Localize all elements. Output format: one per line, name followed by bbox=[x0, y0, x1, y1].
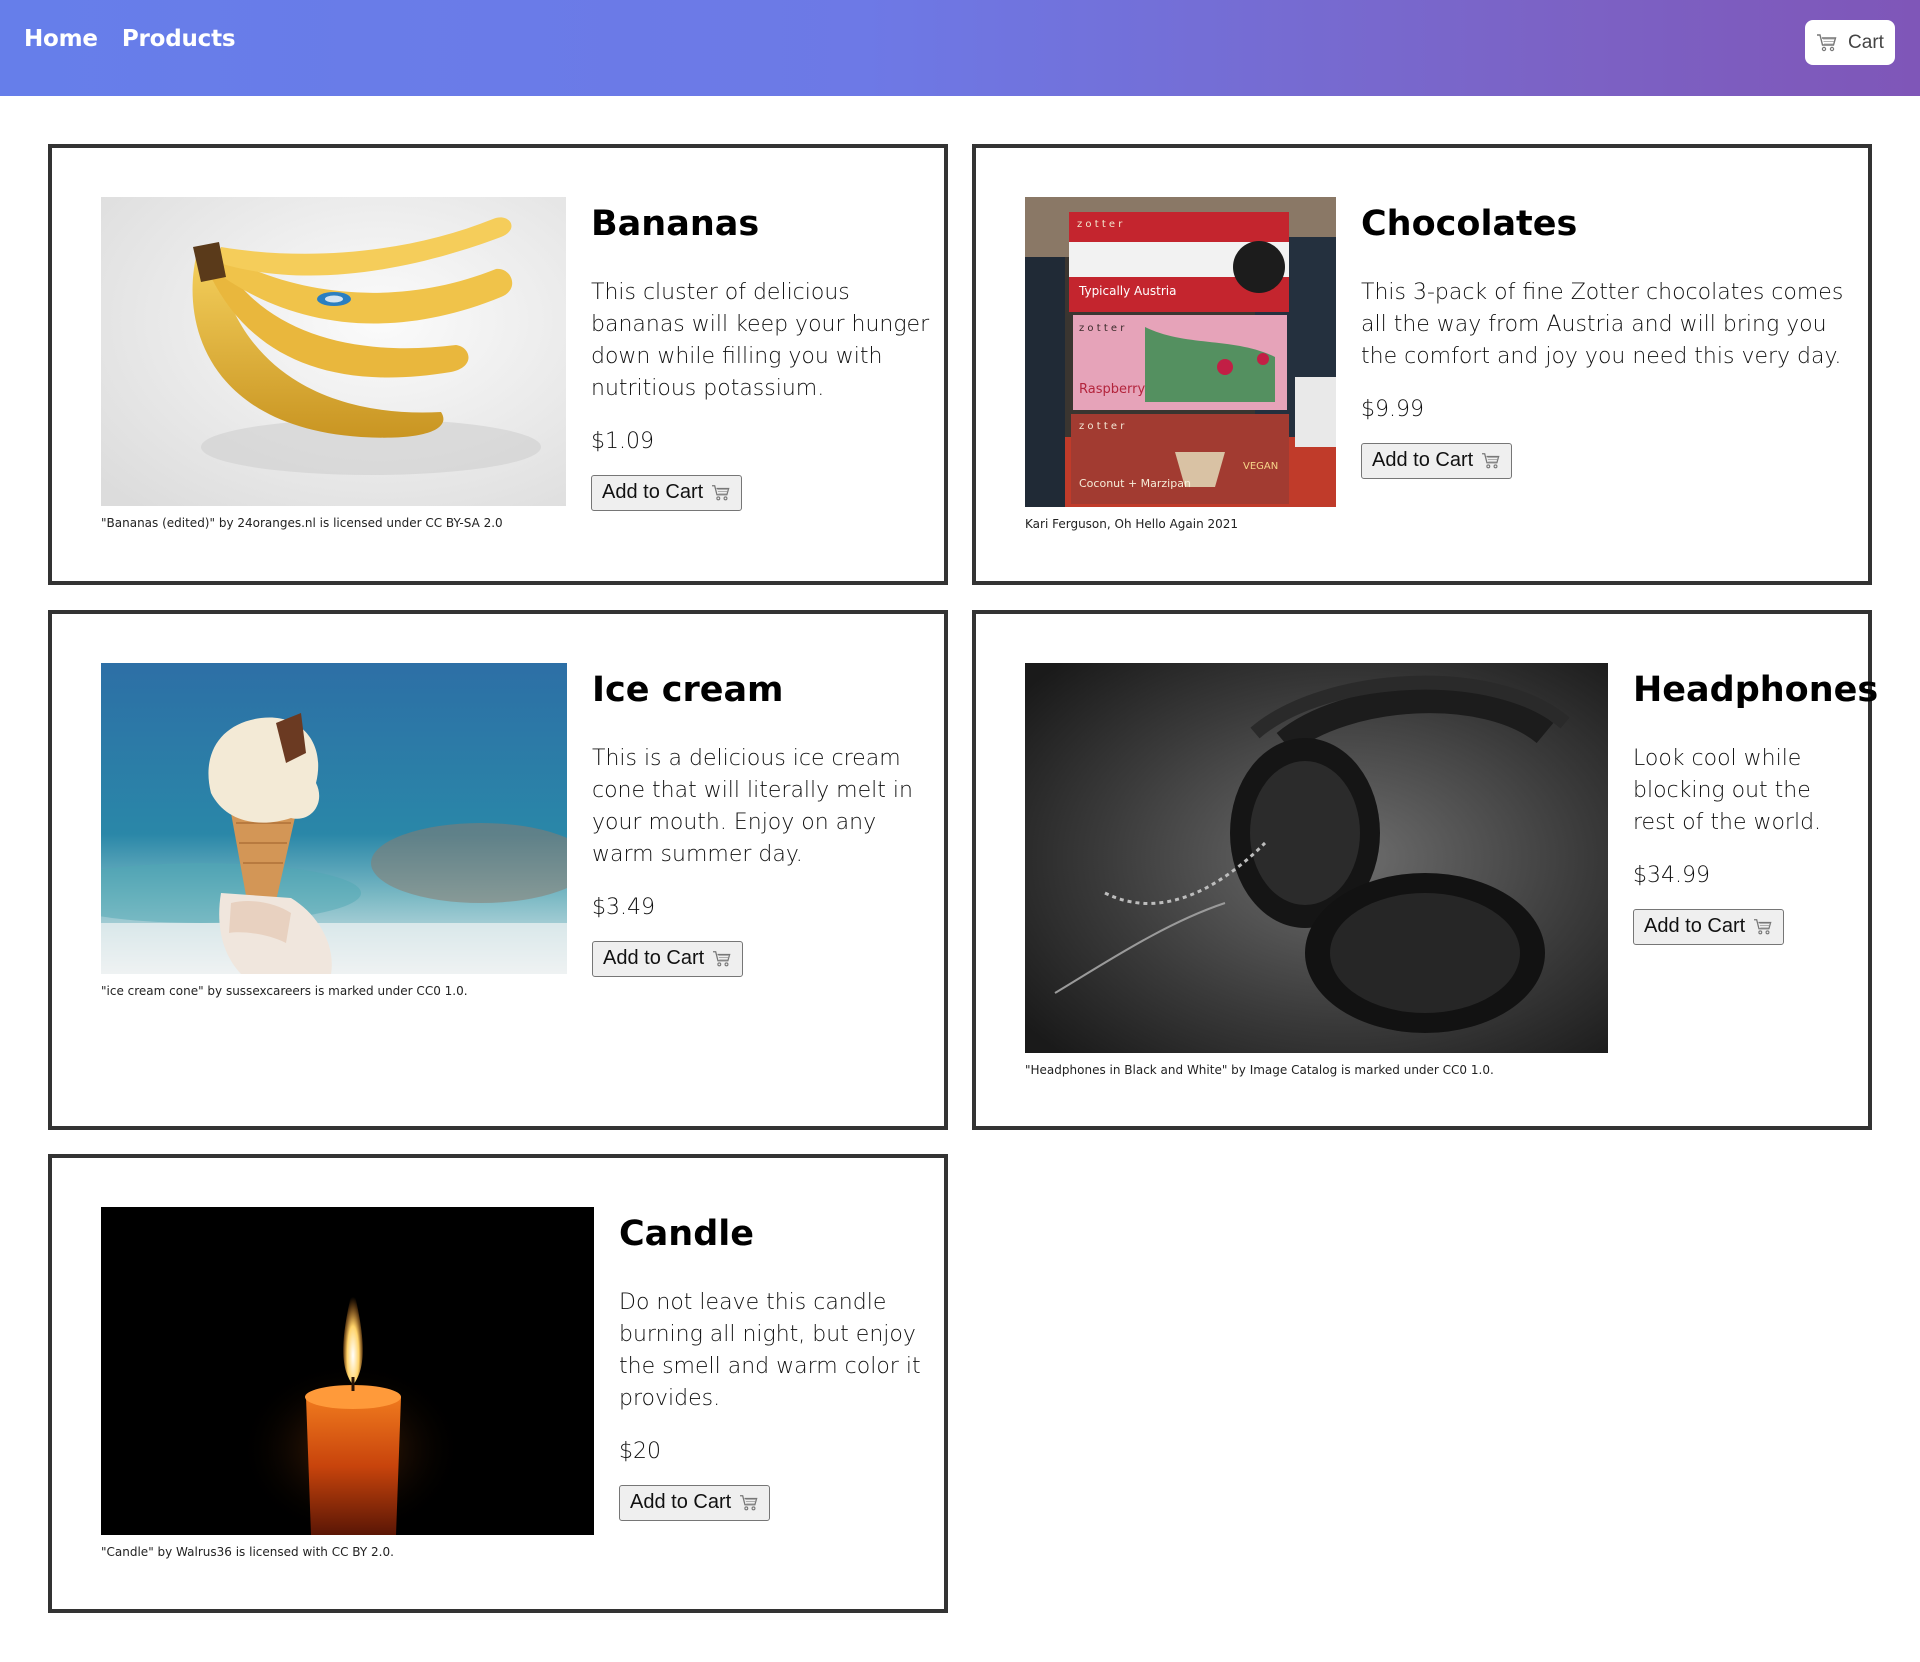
add-to-cart-label: Add to Cart bbox=[1372, 449, 1474, 471]
top-navigation-bar: Home Products Cart bbox=[0, 0, 1920, 96]
product-card-bananas: "Bananas (edited)" by 24oranges.nl is li… bbox=[48, 144, 948, 585]
product-title: Candle bbox=[619, 1214, 755, 1254]
product-media: "ice cream cone" by sussexcareers is mar… bbox=[101, 663, 567, 998]
product-title: Headphones bbox=[1633, 670, 1879, 710]
shopping-cart-icon bbox=[1753, 918, 1773, 936]
image-credit: "Headphones in Black and White" by Image… bbox=[1025, 1063, 1494, 1077]
product-card-ice-cream: "ice cream cone" by sussexcareers is mar… bbox=[48, 610, 948, 1130]
add-to-cart-label: Add to Cart bbox=[602, 481, 704, 503]
chocolate-bar1-text: Typically Austria bbox=[1078, 284, 1176, 298]
product-info: Chocolates This 3-pack of fine Zotter ch… bbox=[1361, 197, 1856, 479]
product-card-chocolates: z o t t e r Typically Austria z o t t e … bbox=[972, 144, 1872, 585]
nav-link-products[interactable]: Products bbox=[122, 26, 236, 52]
image-credit: "Bananas (edited)" by 24oranges.nl is li… bbox=[101, 516, 503, 530]
product-price: $34.99 bbox=[1633, 862, 1710, 888]
image-credit: "ice cream cone" by sussexcareers is mar… bbox=[101, 984, 468, 998]
product-card-candle: "Candle" by Walrus36 is licensed with CC… bbox=[48, 1154, 948, 1613]
nav-links: Home Products bbox=[24, 26, 236, 52]
product-card-headphones: "Headphones in Black and White" by Image… bbox=[972, 610, 1879, 1130]
product-media: "Candle" by Walrus36 is licensed with CC… bbox=[101, 1207, 594, 1559]
product-price: $1.09 bbox=[591, 428, 654, 454]
product-info: Bananas This cluster of delicious banana… bbox=[591, 197, 931, 511]
chocolate-brand-text: z o t t e r bbox=[1077, 219, 1123, 230]
product-info: Headphones Look cool while blocking out … bbox=[1633, 663, 1879, 945]
product-description: This cluster of delicious bananas will k… bbox=[591, 279, 930, 401]
product-title: Ice cream bbox=[592, 670, 784, 710]
product-description: Look cool while blocking out the rest of… bbox=[1633, 745, 1822, 835]
chocolate-bar3-text: Coconut + Marzipan bbox=[1079, 477, 1191, 490]
product-title: Bananas bbox=[591, 204, 760, 244]
product-media: z o t t e r Typically Austria z o t t e … bbox=[1025, 197, 1336, 531]
product-price: $3.49 bbox=[592, 894, 655, 920]
product-image-headphones bbox=[1025, 663, 1608, 1053]
product-media: "Headphones in Black and White" by Image… bbox=[1025, 663, 1608, 1077]
chocolate-brand-text: z o t t e r bbox=[1079, 323, 1125, 334]
shopping-cart-icon bbox=[711, 484, 731, 502]
product-info: Ice cream This is a delicious ice cream … bbox=[592, 663, 932, 977]
product-title: Chocolates bbox=[1361, 204, 1578, 244]
add-to-cart-button[interactable]: Add to Cart bbox=[1361, 442, 1513, 479]
chocolate-brand-text: z o t t e r bbox=[1079, 421, 1125, 432]
product-description: This 3-pack of fine Zotter chocolates co… bbox=[1361, 279, 1844, 369]
add-to-cart-label: Add to Cart bbox=[1644, 915, 1746, 937]
product-description: This is a delicious ice cream cone that … bbox=[592, 745, 913, 867]
image-credit: Kari Ferguson, Oh Hello Again 2021 bbox=[1025, 517, 1239, 531]
cart-button[interactable]: Cart bbox=[1805, 20, 1895, 65]
product-info: Candle Do not leave this candle burning … bbox=[619, 1207, 934, 1521]
product-image-ice-cream bbox=[101, 663, 567, 974]
product-price: $9.99 bbox=[1361, 396, 1424, 422]
add-to-cart-button[interactable]: Add to Cart bbox=[591, 474, 743, 511]
add-to-cart-label: Add to Cart bbox=[603, 947, 705, 969]
chocolate-bar2-text: Raspberry bbox=[1079, 382, 1145, 397]
cart-label: Cart bbox=[1848, 31, 1884, 53]
shopping-cart-icon bbox=[1816, 33, 1838, 53]
product-description: Do not leave this candle burning all nig… bbox=[619, 1289, 921, 1411]
add-to-cart-button[interactable]: Add to Cart bbox=[592, 940, 744, 977]
add-to-cart-button[interactable]: Add to Cart bbox=[1633, 908, 1785, 945]
shopping-cart-icon bbox=[712, 950, 732, 968]
nav-link-home[interactable]: Home bbox=[24, 26, 98, 52]
shopping-cart-icon bbox=[1481, 452, 1501, 470]
add-to-cart-label: Add to Cart bbox=[630, 1491, 732, 1513]
image-credit: "Candle" by Walrus36 is licensed with CC… bbox=[101, 1545, 394, 1559]
product-media: "Bananas (edited)" by 24oranges.nl is li… bbox=[101, 197, 566, 530]
chocolate-vegan-text: VEGAN bbox=[1243, 461, 1278, 472]
add-to-cart-button[interactable]: Add to Cart bbox=[619, 1484, 771, 1521]
product-image-bananas bbox=[101, 197, 566, 506]
product-price: $20 bbox=[619, 1438, 661, 1464]
product-image-candle bbox=[101, 1207, 594, 1535]
product-image-chocolates: z o t t e r Typically Austria z o t t e … bbox=[1025, 197, 1336, 507]
shopping-cart-icon bbox=[739, 1494, 759, 1512]
